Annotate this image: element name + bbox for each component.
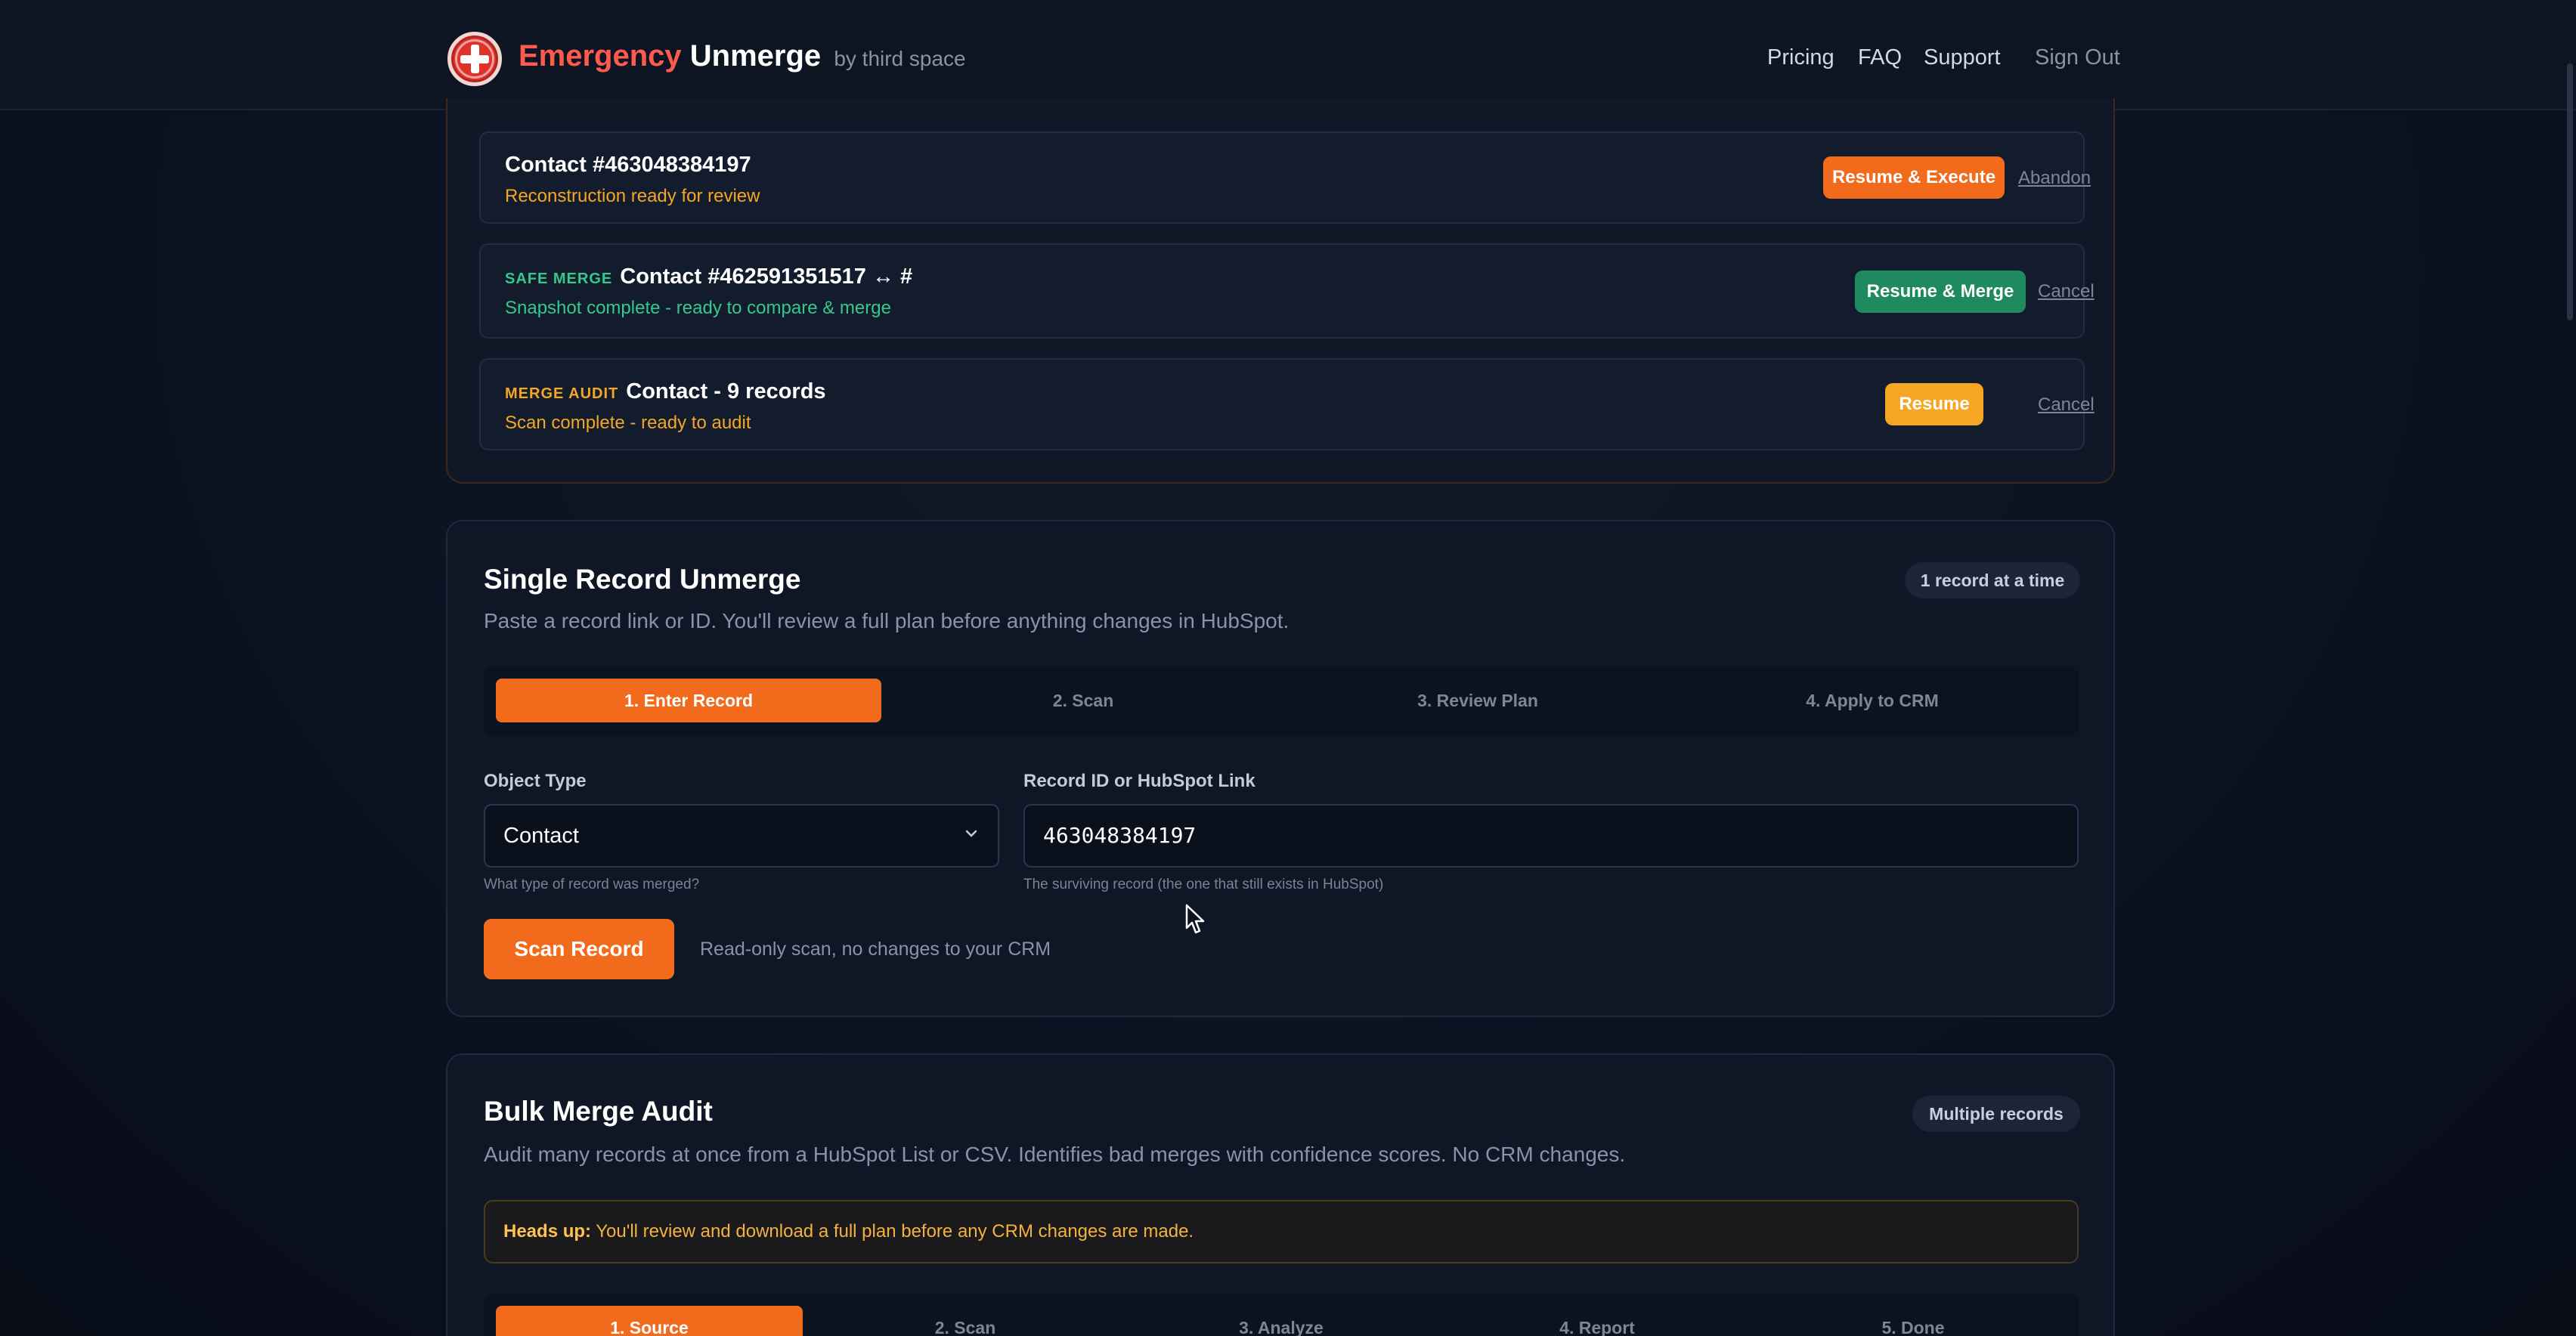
- brand-logo-icon[interactable]: [447, 32, 502, 86]
- scan-note: Read-only scan, no changes to your CRM: [700, 939, 1051, 960]
- safe-merge-tag: SAFE MERGE: [505, 271, 613, 287]
- step-enter-record[interactable]: 1. Enter Record: [496, 679, 881, 722]
- object-type-select[interactable]: Contact: [484, 804, 999, 867]
- top-header: Emergency Unmerge by third space Pricing…: [0, 0, 2576, 110]
- step-done[interactable]: 5. Done: [1760, 1306, 2067, 1336]
- abandon-link[interactable]: Abandon: [2018, 168, 2091, 189]
- job-status: Snapshot complete - ready to compare & m…: [505, 298, 891, 318]
- mode-badge: Multiple records: [1912, 1096, 2080, 1132]
- step-source[interactable]: 1. Source: [496, 1306, 803, 1336]
- nav-faq[interactable]: FAQ: [1858, 45, 1902, 70]
- sign-out-link[interactable]: Sign Out: [2035, 45, 2120, 70]
- step-analyze[interactable]: 3. Analyze: [1128, 1306, 1435, 1336]
- mode-badge: 1 record at a time: [1905, 562, 2080, 598]
- resume-execute-button[interactable]: Resume & Execute: [1823, 156, 2005, 199]
- resume-button[interactable]: Resume: [1885, 383, 1983, 425]
- bulk-progress-stepper: 1. Source 2. Scan 3. Analyze 4. Report 5…: [484, 1294, 2079, 1336]
- heads-up-banner: Heads up: You'll review and download a f…: [484, 1200, 2079, 1263]
- object-type-hint: What type of record was merged?: [484, 877, 700, 892]
- job-row-safe-merge: SAFE MERGE Contact #462591351517 ↔ # Snap…: [479, 243, 2095, 339]
- record-id-label: Record ID or HubSpot Link: [1023, 771, 1255, 791]
- step-scan[interactable]: 2. Scan: [890, 679, 1276, 722]
- job-status: Scan complete - ready to audit: [505, 413, 751, 433]
- record-id-hint: The surviving record (the one that still…: [1023, 877, 1384, 892]
- section-description: Audit many records at once from a HubSpo…: [484, 1143, 1626, 1166]
- mouse-cursor-icon: [1185, 904, 1205, 934]
- record-id-input[interactable]: 463048384197: [1023, 804, 2079, 867]
- step-review-plan[interactable]: 3. Review Plan: [1285, 679, 1670, 722]
- step-apply-to-crm[interactable]: 4. Apply to CRM: [1680, 679, 2065, 722]
- single-record-unmerge-card: Single Record Unmerge 1 record at a time…: [446, 520, 2115, 1017]
- nav-pricing[interactable]: Pricing: [1767, 45, 1834, 70]
- brand-name[interactable]: Emergency Unmerge by third space: [519, 39, 966, 73]
- cancel-link[interactable]: Cancel: [2038, 394, 2095, 416]
- object-type-label: Object Type: [484, 771, 587, 791]
- job-title: MERGE AUDIT Contact - 9 records: [505, 379, 826, 404]
- progress-stepper: 1. Enter Record 2. Scan 3. Review Plan 4…: [484, 666, 2079, 736]
- in-progress-jobs-card: Contact #463048384197 Reconstruction rea…: [446, 98, 2115, 484]
- job-title: SAFE MERGE Contact #462591351517 ↔ #: [505, 264, 913, 289]
- step-report[interactable]: 4. Report: [1444, 1306, 1751, 1336]
- resume-merge-button[interactable]: Resume & Merge: [1855, 271, 2026, 313]
- scrollbar-thumb[interactable]: [2567, 63, 2573, 320]
- bulk-merge-audit-card: Bulk Merge Audit Multiple records Audit …: [446, 1053, 2115, 1336]
- step-scan[interactable]: 2. Scan: [812, 1306, 1119, 1336]
- job-row-merge-audit: MERGE AUDIT Contact - 9 records Scan comp…: [479, 358, 2095, 450]
- job-status: Reconstruction ready for review: [505, 186, 760, 206]
- cancel-link[interactable]: Cancel: [2038, 281, 2095, 302]
- job-title: Contact #463048384197: [505, 153, 751, 177]
- section-title: Single Record Unmerge: [484, 564, 801, 595]
- job-row-reconstruction: Contact #463048384197 Reconstruction rea…: [479, 131, 2091, 224]
- nav-support[interactable]: Support: [1924, 45, 2001, 70]
- section-description: Paste a record link or ID. You'll review…: [484, 609, 1290, 632]
- merge-audit-tag: MERGE AUDIT: [505, 385, 619, 402]
- chevron-down-icon: [965, 830, 977, 837]
- scan-record-button[interactable]: Scan Record: [484, 919, 674, 979]
- section-title: Bulk Merge Audit: [484, 1096, 713, 1127]
